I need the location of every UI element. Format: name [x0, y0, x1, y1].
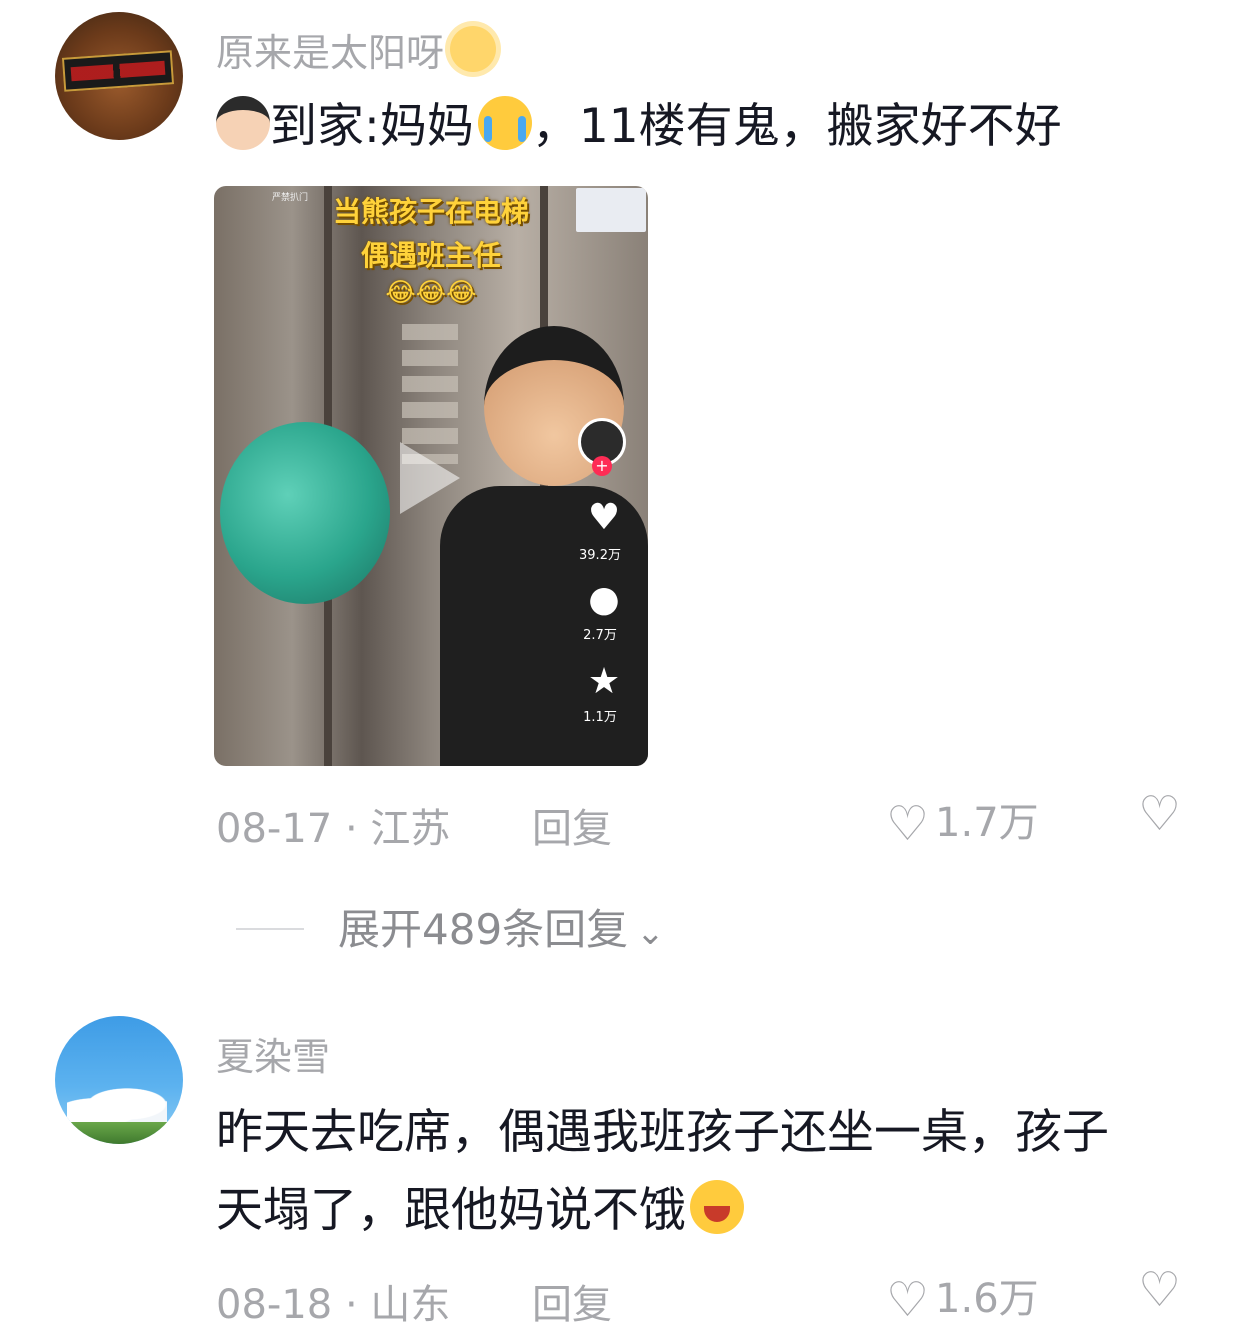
- comment-date: 08-18: [216, 1282, 333, 1328]
- comment-bubble-icon[interactable]: ●: [582, 580, 626, 620]
- comment-text: 到家:妈妈 ，11楼有鬼，搬家好不好: [216, 88, 1216, 166]
- comment-text-line1: 昨天去吃席，偶遇我班孩子还坐一桌，孩子: [216, 1105, 1109, 1160]
- comment-meta: 08-18 · 山东: [216, 1282, 451, 1328]
- chevron-down-icon: ⌄: [636, 913, 665, 953]
- comment-location: 山东: [370, 1282, 451, 1328]
- comment-text-line2-wrap: 天塌了，跟他妈说不饿: [216, 1172, 1216, 1250]
- laughing-emoji-icon: [690, 1180, 744, 1234]
- comment-text-part1: 到家:妈妈: [270, 99, 474, 154]
- reply-button[interactable]: 回复: [532, 1272, 612, 1330]
- balloon: [220, 422, 390, 604]
- comment-text: 昨天去吃席，偶遇我班孩子还坐一桌，孩子 天塌了，跟他妈说不饿: [216, 1094, 1216, 1250]
- heart-icon[interactable]: ♥: [582, 498, 626, 538]
- like-button[interactable]: ♡ 1.7万: [886, 790, 1039, 852]
- avatar-ground: [55, 1122, 183, 1144]
- video-comment-count: 2.7万: [583, 628, 617, 643]
- star-icon[interactable]: ★: [582, 662, 626, 702]
- play-icon[interactable]: [400, 442, 460, 514]
- broken-heart-icon[interactable]: ♡: [1138, 1262, 1181, 1318]
- sun-emoji-icon: [450, 26, 497, 72]
- heart-outline-icon: ♡: [886, 796, 930, 852]
- avatar[interactable]: [55, 1016, 183, 1144]
- boy-emoji-icon: [216, 96, 270, 150]
- video-like-count: 39.2万: [579, 548, 621, 563]
- comment-text-part2: ，11楼有鬼，搬家好不好: [531, 99, 1062, 154]
- comment-location: 江苏: [370, 806, 451, 852]
- heart-outline-icon: ♡: [886, 1272, 930, 1328]
- broken-heart-icon[interactable]: ♡: [1138, 786, 1181, 842]
- expand-replies-button[interactable]: 展开489条回复 ⌄: [236, 896, 665, 957]
- username[interactable]: 原来是太阳呀: [216, 22, 497, 77]
- username-text: 原来是太阳呀: [216, 31, 445, 75]
- video-favorite-count: 1.1万: [583, 710, 617, 725]
- reply-button[interactable]: 回复: [532, 796, 612, 854]
- like-count: 1.7万: [935, 800, 1039, 846]
- expand-replies-label: 展开489条回复: [338, 905, 629, 954]
- avatar[interactable]: [55, 12, 183, 140]
- divider-line: [236, 928, 304, 930]
- crying-emoji-icon: [477, 96, 532, 150]
- comment-meta: 08-17 · 江苏: [216, 806, 451, 852]
- video-action-rail: + ♥ 39.2万 ● 2.7万 ★ 1.1万: [568, 186, 648, 766]
- username[interactable]: 夏染雪: [216, 1026, 330, 1081]
- follow-plus-icon[interactable]: +: [592, 456, 612, 476]
- video-thumbnail[interactable]: 严禁扒门 当熊孩子在电梯 偶遇班主任 😂😂😂 + ♥ 39.2万 ● 2.7万 …: [214, 186, 648, 766]
- like-count: 1.6万: [935, 1276, 1039, 1322]
- like-button[interactable]: ♡ 1.6万: [886, 1266, 1039, 1328]
- comment-date: 08-17: [216, 806, 333, 852]
- comment-text-line2: 天塌了，跟他妈说不饿: [216, 1183, 686, 1238]
- avatar-image: [61, 50, 175, 92]
